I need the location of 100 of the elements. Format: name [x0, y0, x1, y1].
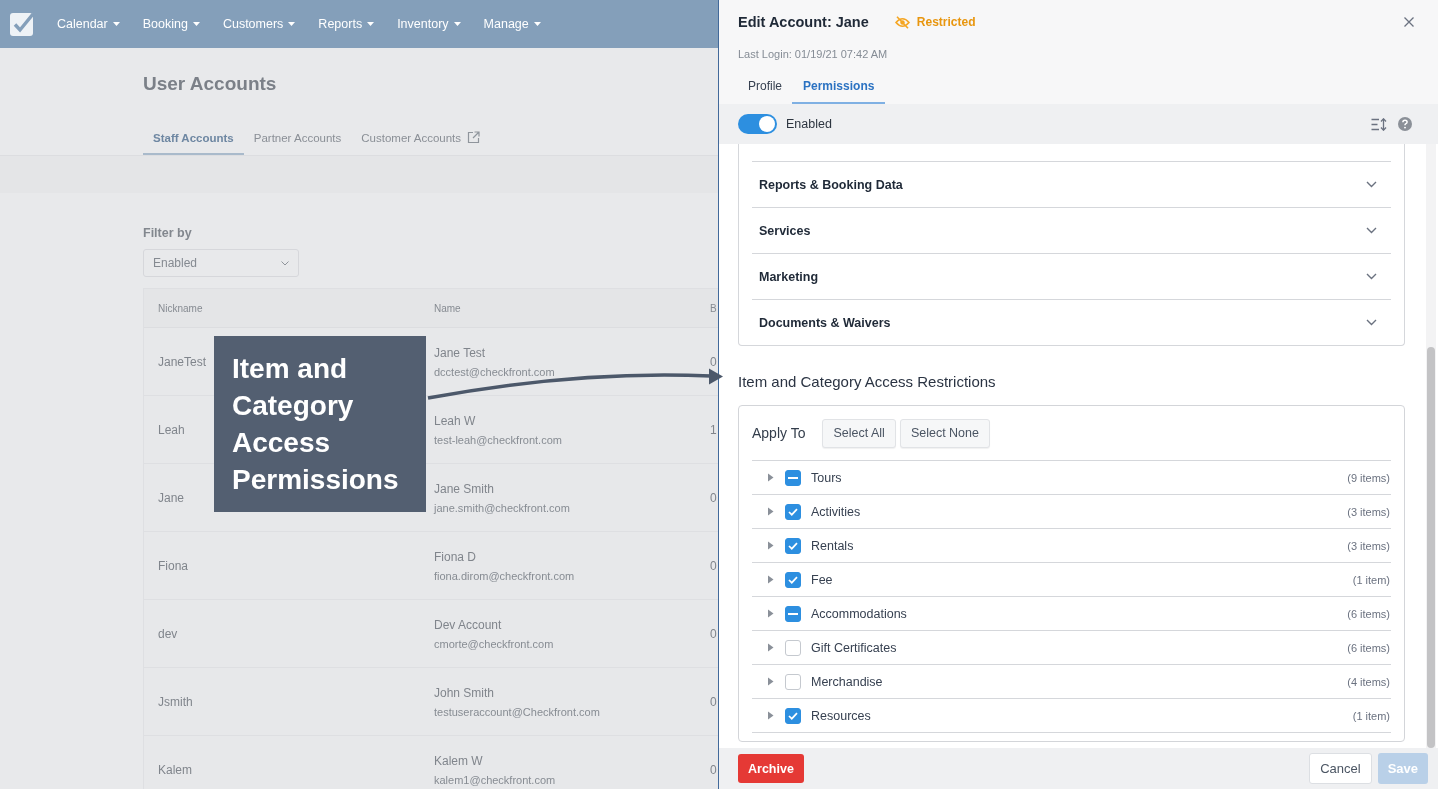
table-cell: 0	[710, 354, 717, 369]
callout-label: Item and Category Access Permissions	[214, 336, 426, 512]
close-icon[interactable]	[1404, 17, 1414, 27]
item-count: (3 items)	[1347, 505, 1391, 518]
action-button[interactable]: Cancel	[1309, 753, 1372, 784]
item-count: (9 items)	[1347, 471, 1391, 484]
nickname-text: Jsmith	[158, 694, 193, 709]
table-cell: 1	[710, 422, 717, 437]
user-name: Dev Account	[434, 617, 502, 632]
nickname-text: Fiona	[158, 558, 189, 573]
table-cell: 0	[710, 558, 717, 573]
category-label: Resources	[811, 708, 871, 723]
nickname-text: Leah	[158, 422, 185, 437]
section-row[interactable]: Marketing	[752, 253, 1391, 299]
caret-icon[interactable]	[767, 541, 774, 550]
nav-menu-item[interactable]: Customers	[222, 16, 296, 32]
user-name: Leah W	[434, 413, 476, 428]
caret-icon	[192, 22, 200, 26]
nickname-text: Jane	[158, 490, 185, 505]
select-button[interactable]: Select None	[899, 418, 990, 448]
tab[interactable]: Profile	[738, 71, 792, 104]
checkbox[interactable]	[785, 707, 801, 724]
table-cell: 0	[710, 626, 717, 641]
item-count: (1 item)	[1352, 709, 1391, 722]
caret-icon	[533, 22, 541, 26]
nav-menu-item[interactable]: Calendar	[57, 16, 120, 32]
checkbox[interactable]	[785, 503, 801, 520]
section-row[interactable]: Documents & Waivers	[752, 299, 1391, 345]
user-email: test-leah@checkfront.com	[434, 433, 562, 446]
caret-icon	[112, 22, 120, 26]
item-count: (1 item)	[1352, 573, 1391, 586]
caret-icon[interactable]	[767, 507, 774, 516]
sort-icon[interactable]	[1371, 117, 1387, 131]
checkbox[interactable]	[785, 605, 801, 622]
table-cell: 0	[710, 762, 717, 777]
toggle-switch[interactable]	[738, 114, 777, 134]
table-cell: 0	[710, 694, 717, 709]
user-email: jane.smith@checkfront.com	[434, 501, 570, 514]
category-label: Merchandise	[811, 674, 883, 689]
user-name: Jane Smith	[434, 481, 495, 496]
panel-title: Edit Account: Jane	[738, 14, 869, 30]
chevron-icon	[281, 260, 289, 266]
caret-icon	[367, 22, 375, 26]
filter-label: Filter by	[143, 225, 192, 241]
category-label: Accommodations	[811, 606, 907, 621]
scrollbar-thumb[interactable]	[1427, 347, 1435, 748]
column-header: B	[710, 302, 717, 314]
caret-icon[interactable]	[767, 575, 774, 584]
user-name: Fiona D	[434, 549, 477, 564]
caret-icon[interactable]	[767, 643, 774, 652]
check-logo-icon[interactable]	[10, 12, 34, 36]
action-button[interactable]: Archive	[738, 754, 804, 783]
caret-icon	[453, 22, 461, 26]
checkbox[interactable]	[785, 639, 801, 656]
user-email: kalem1@checkfront.com	[434, 773, 556, 786]
nickname-text: dev	[158, 626, 178, 641]
user-email: fiona.dirom@checkfront.com	[434, 569, 575, 582]
item-count: (6 items)	[1347, 607, 1391, 620]
caret-icon	[288, 22, 296, 26]
table-cell: 0	[710, 490, 717, 505]
column-header: Name	[434, 302, 461, 314]
status-label: Restricted	[916, 15, 976, 29]
section-heading: Item and Category Access Restrictions	[738, 373, 996, 391]
checkbox[interactable]	[785, 469, 801, 486]
eye-slash-icon	[894, 15, 910, 29]
nav-menu-item[interactable]: Manage	[483, 16, 541, 32]
nickname-text: JaneTest	[158, 354, 207, 369]
nav-menu-item[interactable]: Reports	[318, 16, 375, 32]
select-button[interactable]: Select All	[822, 418, 896, 448]
category-label: Gift Certificates	[811, 640, 897, 655]
nav-menu-item[interactable]: Booking	[142, 16, 200, 32]
caret-icon[interactable]	[767, 711, 774, 720]
category-label: Rentals	[811, 538, 854, 553]
section-row[interactable]: Reports & Booking Data	[752, 161, 1391, 207]
checkbox[interactable]	[785, 537, 801, 554]
category-label: Activities	[811, 504, 861, 519]
user-name: John Smith	[434, 685, 495, 700]
checkbox[interactable]	[785, 673, 801, 690]
help-icon[interactable]	[1398, 117, 1412, 131]
tab[interactable]: Customer Accounts	[351, 122, 491, 155]
user-email: cmorte@checkfront.com	[434, 637, 554, 650]
category-label: Fee	[811, 572, 833, 587]
caret-icon[interactable]	[767, 609, 774, 618]
user-name: Kalem W	[434, 753, 483, 768]
user-email: testuseraccount@Checkfront.com	[434, 705, 600, 718]
last-login-text: Last Login: 01/19/21 07:42 AM	[738, 47, 888, 61]
page-title: User Accounts	[143, 72, 277, 96]
column-header: Nickname	[158, 302, 203, 314]
caret-icon[interactable]	[767, 473, 774, 482]
item-count: (6 items)	[1347, 641, 1391, 654]
tab[interactable]: Partner Accounts	[243, 122, 352, 155]
user-email: dcctest@checkfront.com	[434, 365, 555, 378]
caret-icon[interactable]	[767, 677, 774, 686]
section-row[interactable]: Services	[752, 207, 1391, 253]
category-label: Tours	[811, 470, 842, 485]
apply-to-label: Apply To	[752, 425, 806, 441]
item-count: (4 items)	[1347, 675, 1391, 688]
filter-select[interactable]: Enabled	[143, 249, 299, 277]
checkbox[interactable]	[785, 571, 801, 588]
nav-menu-item[interactable]: Inventory	[397, 16, 461, 32]
